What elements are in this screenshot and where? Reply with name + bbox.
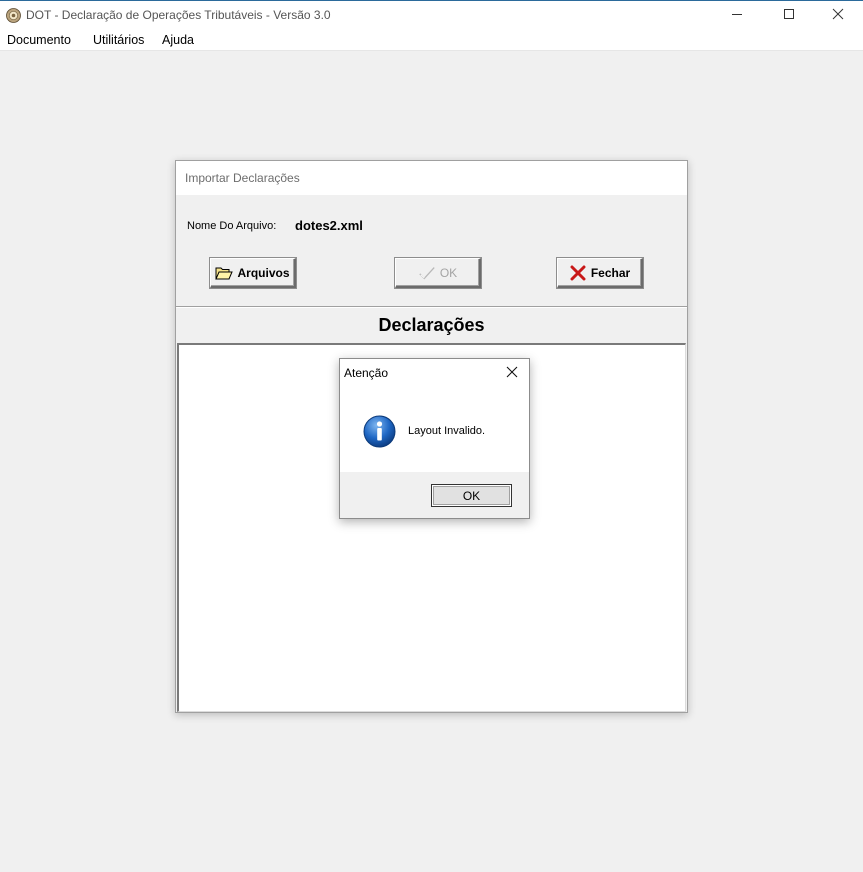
menu-ajuda[interactable]: Ajuda bbox=[162, 33, 194, 47]
window-title: DOT - Declaração de Operações Tributávei… bbox=[26, 8, 331, 22]
app-seal-icon bbox=[6, 8, 21, 23]
alert-title: Atenção bbox=[344, 366, 389, 380]
alert-close-button[interactable] bbox=[500, 363, 524, 385]
arquivos-button[interactable]: Arquivos bbox=[210, 258, 296, 288]
arquivos-label: Arquivos bbox=[237, 265, 290, 280]
menubar: Documento Utilitários Ajuda bbox=[0, 31, 863, 51]
info-icon bbox=[363, 415, 396, 448]
import-dialog-titlebar[interactable]: Importar Declarações bbox=[176, 161, 687, 195]
minimize-icon bbox=[731, 7, 743, 25]
menu-documento[interactable]: Documento bbox=[7, 33, 71, 47]
checkmark-icon bbox=[418, 264, 436, 282]
alert-ok-button[interactable]: OK bbox=[431, 484, 512, 507]
fechar-button[interactable]: Fechar bbox=[557, 258, 643, 288]
folder-open-icon bbox=[215, 264, 234, 282]
import-dialog-title: Importar Declarações bbox=[185, 171, 300, 185]
close-button[interactable] bbox=[815, 1, 861, 31]
alert-footer: OK bbox=[340, 472, 529, 518]
close-icon bbox=[506, 365, 518, 383]
red-x-icon bbox=[569, 264, 587, 282]
ok-button-disabled[interactable]: OK bbox=[395, 258, 481, 288]
fechar-label: Fechar bbox=[590, 265, 631, 280]
maximize-icon bbox=[783, 7, 795, 25]
app-window: DOT - Declaração de Operações Tributávei… bbox=[0, 0, 863, 872]
menu-utilitarios[interactable]: Utilitários bbox=[93, 33, 144, 47]
minimize-button[interactable] bbox=[714, 1, 760, 31]
file-name-label: Nome Do Arquivo: bbox=[187, 220, 277, 232]
maximize-button[interactable] bbox=[766, 1, 812, 31]
alert-message: Layout Invalido. bbox=[408, 425, 486, 437]
alert-dialog: Atenção Layout Invalido. OK bbox=[339, 358, 530, 519]
close-icon bbox=[832, 7, 844, 25]
declaracoes-header: Declarações bbox=[378, 314, 485, 335]
titlebar: DOT - Declaração de Operações Tributávei… bbox=[0, 1, 863, 31]
file-name-value: dotes2.xml bbox=[295, 218, 363, 233]
ok-label: OK bbox=[439, 265, 458, 280]
